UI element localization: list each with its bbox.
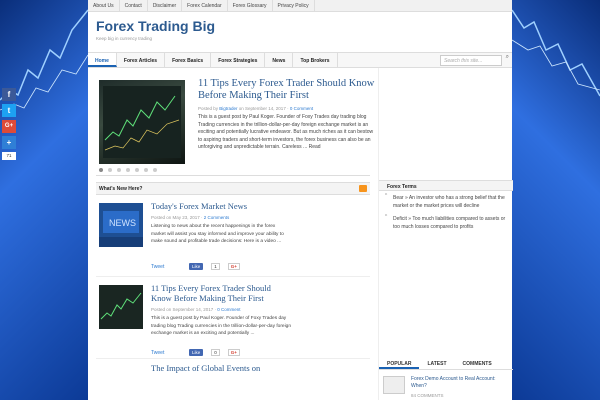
background-chart-right bbox=[512, 0, 600, 400]
slider-dot[interactable] bbox=[135, 168, 139, 172]
share-plus-button[interactable]: + bbox=[2, 136, 16, 149]
featured-image[interactable] bbox=[99, 80, 185, 164]
page-container: About Us Contact Disclaimer Forex Calend… bbox=[88, 0, 513, 400]
facebook-share-button[interactable]: f bbox=[2, 88, 16, 101]
search-icon[interactable]: ⌕ bbox=[506, 54, 509, 61]
popular-title[interactable]: Forex Demo Account to Real Account: When… bbox=[411, 376, 507, 390]
post-item: NEWS Today's Forex Market News Posted on… bbox=[96, 195, 370, 277]
popular-thumbnail[interactable] bbox=[383, 376, 405, 394]
post-comments[interactable]: 2 Comments bbox=[204, 215, 230, 220]
featured-slider: 11 Tips Every Forex Trader Should Know B… bbox=[96, 68, 374, 176]
share-count: 71 bbox=[2, 152, 16, 160]
top-link-calendar[interactable]: Forex Calendar bbox=[182, 0, 228, 12]
site-title[interactable]: Forex Trading Big bbox=[96, 18, 504, 34]
featured-title[interactable]: 11 Tips Every Forex Trader Should Know B… bbox=[198, 78, 376, 102]
main-navigation: Home Forex Articles Forex Basics Forex S… bbox=[88, 52, 512, 68]
main-column: 11 Tips Every Forex Trader Should Know B… bbox=[88, 68, 378, 400]
site-tagline: Keep big in currency trading bbox=[96, 36, 153, 41]
top-link-contact[interactable]: Contact bbox=[120, 0, 148, 12]
search-input[interactable]: Search this site... bbox=[440, 55, 502, 66]
slider-dot[interactable] bbox=[153, 168, 157, 172]
post-excerpt: This is a guest post by Paul Koger. Foun… bbox=[151, 316, 291, 336]
popular-comments: 84 COMMENTS bbox=[411, 393, 444, 398]
forex-terms-list: “Bear » An investor who has a strong bel… bbox=[385, 193, 507, 236]
background-chart-left bbox=[0, 0, 88, 400]
like-count: 1 bbox=[211, 263, 220, 270]
featured-meta: Posted by Bigtrader on September 14, 201… bbox=[198, 106, 314, 111]
post-thumbnail[interactable] bbox=[99, 285, 143, 329]
tweet-button[interactable]: Tweet bbox=[151, 264, 181, 270]
quote-icon: “ bbox=[385, 214, 388, 221]
term-item: “Bear » An investor who has a strong bel… bbox=[385, 193, 505, 209]
like-count: 0 bbox=[211, 349, 220, 356]
top-navigation: About Us Contact Disclaimer Forex Calend… bbox=[88, 0, 512, 12]
gplus-button[interactable]: G+ bbox=[227, 263, 240, 270]
top-link-about[interactable]: About Us bbox=[88, 0, 120, 12]
top-link-disclaimer[interactable]: Disclaimer bbox=[148, 0, 183, 12]
top-link-glossary[interactable]: Forex Glossary bbox=[228, 0, 273, 12]
post-item: 11 Tips Every Forex Trader Should Know B… bbox=[96, 277, 370, 359]
post-meta: Posted on May 23, 2017 · 2 Comments bbox=[151, 215, 230, 220]
tab-latest[interactable]: LATEST bbox=[419, 358, 454, 369]
featured-excerpt: This is a guest post by Paul Koger. Foun… bbox=[198, 114, 374, 150]
post-share: Tweet Like 1 G+ bbox=[151, 263, 240, 270]
featured-author[interactable]: Bigtrader bbox=[219, 106, 237, 111]
whats-new-heading: What's New Here? bbox=[96, 182, 370, 195]
googleplus-share-button[interactable]: G+ bbox=[2, 120, 16, 133]
like-button[interactable]: Like bbox=[189, 349, 204, 356]
quote-icon: “ bbox=[385, 193, 388, 200]
post-comments[interactable]: 0 Comment bbox=[217, 307, 240, 312]
nav-top-brokers[interactable]: Top Brokers bbox=[293, 53, 338, 67]
nav-forex-strategies[interactable]: Forex Strategies bbox=[211, 53, 266, 67]
slider-pagination bbox=[99, 168, 157, 172]
like-button[interactable]: Like bbox=[189, 263, 204, 270]
forex-terms-heading: Forex Terms bbox=[379, 180, 513, 191]
slider-dot[interactable] bbox=[108, 168, 112, 172]
nav-home[interactable]: Home bbox=[88, 53, 117, 67]
social-share-bar: f t G+ + 71 bbox=[2, 88, 18, 160]
post-title[interactable]: Today's Forex Market News bbox=[151, 201, 291, 211]
slider-dot[interactable] bbox=[117, 168, 121, 172]
post-excerpt: Listening to news about the recent happe… bbox=[151, 224, 284, 244]
tab-popular[interactable]: POPULAR bbox=[379, 358, 420, 369]
sidebar: Forex Terms “Bear » An investor who has … bbox=[378, 68, 513, 400]
tab-comments[interactable]: COMMENTS bbox=[455, 358, 500, 369]
slider-dot[interactable] bbox=[126, 168, 130, 172]
featured-comments[interactable]: 0 Comment bbox=[290, 106, 313, 111]
post-share: Tweet Like 0 G+ bbox=[151, 349, 240, 356]
term-item: “Deficit » Too much liabilities compared… bbox=[385, 214, 506, 230]
post-title[interactable]: 11 Tips Every Forex Trader Should Know B… bbox=[151, 283, 291, 303]
post-meta: Posted on September 14, 2017 · 0 Comment bbox=[151, 307, 241, 312]
nav-forex-basics[interactable]: Forex Basics bbox=[165, 53, 212, 67]
slider-dot[interactable] bbox=[144, 168, 148, 172]
rss-icon[interactable] bbox=[359, 185, 367, 192]
sidebar-tabs: POPULAR LATEST COMMENTS bbox=[379, 358, 513, 370]
post-thumbnail[interactable]: NEWS bbox=[99, 203, 143, 247]
nav-forex-articles[interactable]: Forex Articles bbox=[117, 53, 166, 67]
twitter-share-button[interactable]: t bbox=[2, 104, 16, 117]
nav-news[interactable]: News bbox=[265, 53, 294, 67]
svg-text:NEWS: NEWS bbox=[109, 218, 136, 228]
gplus-button[interactable]: G+ bbox=[227, 349, 240, 356]
next-post-title[interactable]: The Impact of Global Events on bbox=[96, 359, 370, 373]
slider-dot[interactable] bbox=[99, 168, 103, 172]
top-link-privacy[interactable]: Privacy Policy bbox=[273, 0, 315, 12]
site-header: Forex Trading Big Keep big in currency t… bbox=[88, 12, 512, 52]
tweet-button[interactable]: Tweet bbox=[151, 350, 181, 356]
